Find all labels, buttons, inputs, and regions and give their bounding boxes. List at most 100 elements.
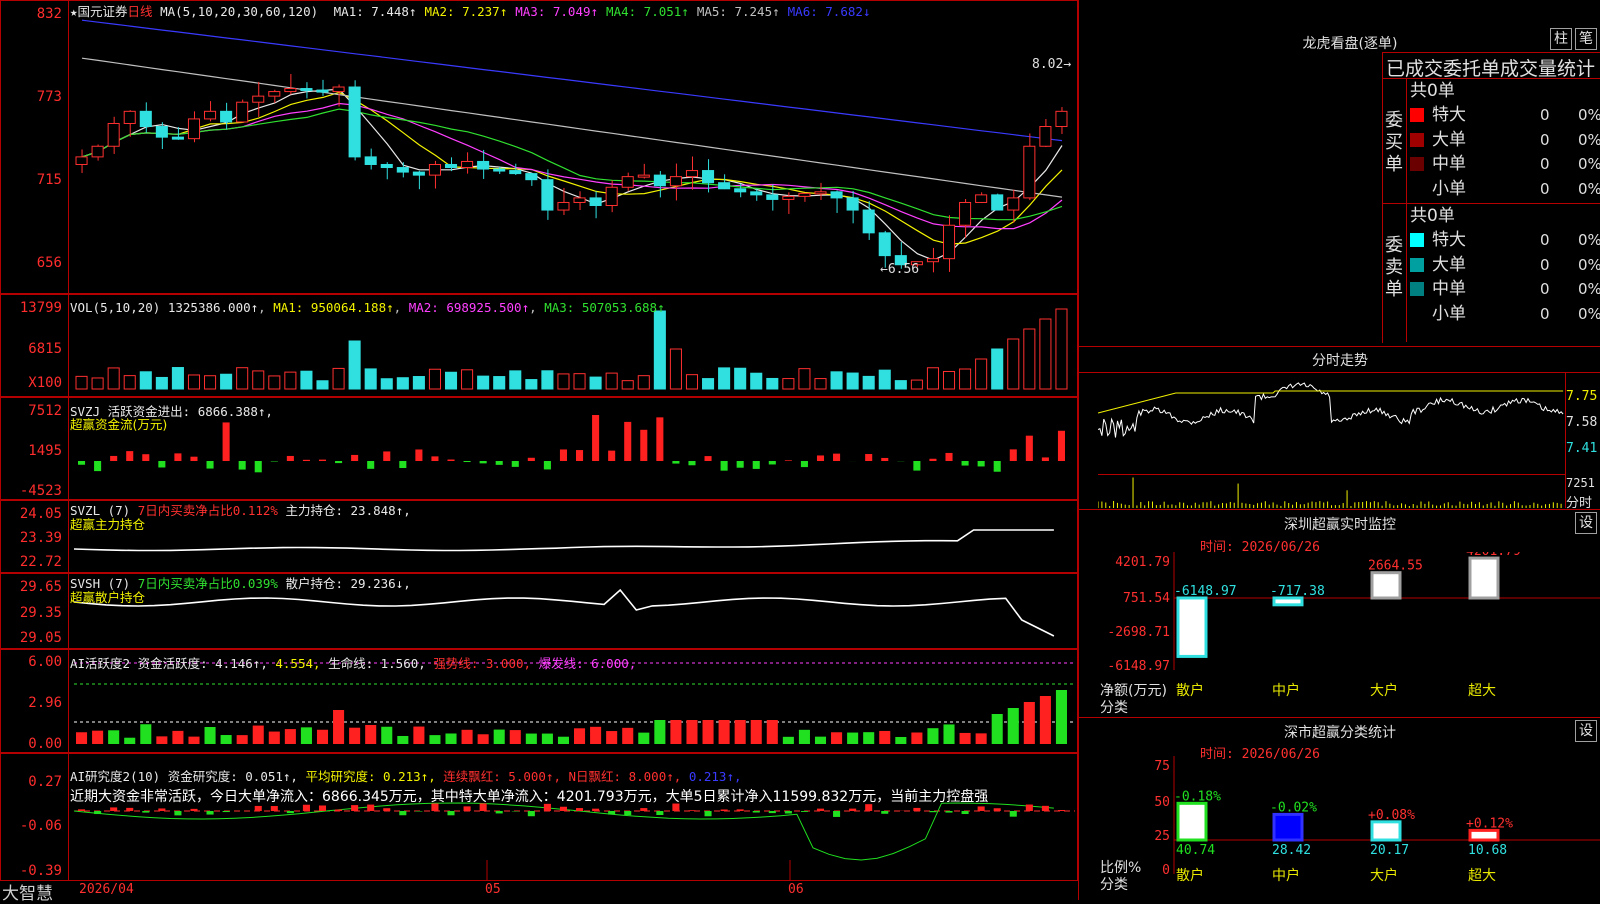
activity-bar bbox=[221, 735, 232, 744]
x-tick: 06 bbox=[788, 882, 804, 897]
sz-monitor-settings-button[interactable]: 设 bbox=[1575, 512, 1597, 534]
volume-bar bbox=[253, 371, 264, 389]
ma-legend-4: MA4: 7.051↑ bbox=[606, 4, 689, 19]
order-size-label: 特大 bbox=[1432, 230, 1466, 250]
main-chart-header: ★国元证券日线 MA(5,10,20,30,60,120) MA1: 7.448… bbox=[70, 1, 870, 20]
activity-bar bbox=[1008, 708, 1019, 744]
activity-bar bbox=[831, 732, 842, 744]
volume-bar bbox=[976, 359, 987, 389]
bar-data-label: 40.74 bbox=[1176, 843, 1215, 858]
sz-monitor-title: 深圳超赢实时监控 bbox=[1250, 514, 1430, 534]
research-bar bbox=[255, 806, 262, 811]
period-label[interactable]: 日线 bbox=[128, 4, 153, 19]
candle-body bbox=[976, 195, 987, 203]
candle-body bbox=[317, 90, 328, 92]
volume-bar bbox=[960, 369, 971, 389]
research-bar bbox=[640, 808, 647, 811]
volume-bar bbox=[301, 371, 312, 389]
flow-bar bbox=[223, 422, 230, 461]
research-bar bbox=[929, 811, 936, 812]
flow-bar bbox=[608, 451, 615, 461]
flow-bar bbox=[929, 459, 936, 461]
activity-bar bbox=[1024, 702, 1035, 744]
volume-bar bbox=[831, 372, 842, 389]
activity-bar bbox=[654, 720, 665, 744]
activity-bar bbox=[558, 737, 569, 744]
intraday-chart[interactable] bbox=[1098, 373, 1565, 508]
activity-bar bbox=[719, 720, 730, 744]
vol-value: 1325386.000↑ bbox=[168, 300, 258, 315]
candle-body bbox=[1008, 198, 1019, 210]
order-pct: 0% bbox=[1578, 228, 1600, 252]
dragon-title: 龙虎看盘(逐单) bbox=[1250, 33, 1450, 53]
y-tick: 773 bbox=[2, 89, 62, 105]
flow-bar bbox=[672, 461, 679, 464]
chart-canvas bbox=[0, 0, 1078, 883]
research-bar bbox=[464, 806, 471, 811]
candle-body bbox=[333, 87, 344, 92]
candle-body bbox=[285, 89, 296, 92]
research-bar bbox=[1058, 810, 1065, 811]
flow-bar bbox=[207, 461, 214, 469]
y-tick: 22.72 bbox=[2, 554, 62, 570]
research-bar bbox=[287, 811, 294, 813]
flow-bar bbox=[239, 461, 246, 470]
y-tick: 50 bbox=[1154, 795, 1170, 810]
tick-view-button[interactable]: 笔 bbox=[1575, 28, 1597, 50]
research-bar bbox=[190, 809, 197, 811]
ai-active-lifeline: 生命线: 1.560, bbox=[328, 656, 426, 671]
activity-bar bbox=[943, 724, 954, 744]
category-bar bbox=[1372, 573, 1400, 598]
y-tick: 751.54 bbox=[1123, 591, 1170, 606]
category-label: 散户 bbox=[1176, 682, 1204, 699]
activity-bar bbox=[397, 736, 408, 744]
order-pct: 0% bbox=[1578, 103, 1600, 127]
category-label: 散户 bbox=[1176, 867, 1204, 884]
activity-bar bbox=[349, 728, 360, 744]
flow-bar bbox=[913, 461, 920, 471]
flow-bar bbox=[335, 461, 342, 463]
activity-bar bbox=[799, 730, 810, 744]
flow-bar bbox=[415, 449, 422, 461]
bar-value-label: 2664.55 bbox=[1368, 559, 1423, 574]
research-bar bbox=[592, 809, 599, 811]
sz-monitor-cat-title: 分类 bbox=[1100, 697, 1128, 717]
flow-bar bbox=[367, 461, 374, 469]
color-swatch bbox=[1410, 233, 1424, 247]
buy-row-4: 小单00% bbox=[1410, 177, 1600, 201]
activity-bar bbox=[863, 732, 874, 744]
flow-bar bbox=[624, 422, 631, 461]
flow-bar bbox=[817, 455, 824, 461]
flow-bar bbox=[785, 460, 792, 461]
category-bar bbox=[1274, 814, 1302, 840]
y-tick: -0.39 bbox=[2, 863, 62, 879]
flow-bar bbox=[528, 458, 535, 461]
candle-body bbox=[783, 196, 794, 199]
activity-bar bbox=[76, 732, 87, 744]
volume-bar bbox=[606, 373, 617, 389]
candle-body bbox=[574, 198, 585, 203]
bar-view-button[interactable]: 柱 bbox=[1550, 28, 1572, 50]
candle-body bbox=[703, 171, 714, 183]
brand-label: 大智慧 bbox=[2, 879, 53, 904]
volume-bar bbox=[494, 377, 505, 389]
y-tick: 0.00 bbox=[2, 736, 62, 752]
candle-body bbox=[767, 195, 778, 200]
candle-body bbox=[397, 168, 408, 173]
volume-bar bbox=[397, 378, 408, 389]
candle-body bbox=[654, 175, 665, 186]
flow-bar bbox=[126, 451, 133, 461]
main-position-line bbox=[74, 530, 1054, 551]
bar-value-label: -717.38 bbox=[1270, 584, 1325, 599]
order-pct: 0% bbox=[1578, 277, 1600, 301]
ai-active-header: AI活跃度2 资金活跃度: 4.146↑, 4.554, 生命线: 1.560,… bbox=[70, 653, 636, 672]
sz-class-settings-button[interactable]: 设 bbox=[1575, 720, 1597, 742]
activity-bar bbox=[413, 727, 424, 744]
order-size-label: 大单 bbox=[1432, 130, 1466, 150]
sell-row-2: 大单00% bbox=[1410, 253, 1600, 277]
research-bar bbox=[528, 811, 535, 816]
volume-bar bbox=[719, 368, 730, 389]
flow-bar bbox=[174, 453, 181, 461]
category-label: 大户 bbox=[1370, 867, 1398, 884]
color-swatch bbox=[1410, 307, 1424, 321]
